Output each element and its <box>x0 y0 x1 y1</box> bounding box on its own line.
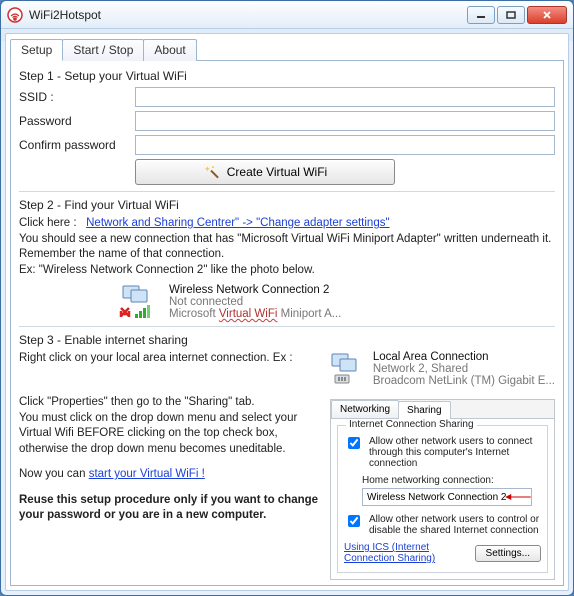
allow-connect-label: Allow other network users to connect thr… <box>369 436 541 469</box>
lac-example: Local Area Connection Network 2, Shared … <box>329 351 555 387</box>
step2-desc2: Ex: "Wireless Network Connection 2" like… <box>19 263 555 279</box>
client-area: Setup Start / Stop About Step 1 - Setup … <box>5 33 569 591</box>
password-label: Password <box>19 114 129 128</box>
home-connection-label: Home networking connection: <box>362 475 541 486</box>
maximize-button[interactable] <box>497 6 525 24</box>
titlebar[interactable]: WiFi2Hotspot <box>1 1 573 29</box>
connection-example: Wireless Network Connection 2 Not connec… <box>119 284 555 320</box>
sharing-dialog-preview: Networking Sharing Internet Connection S… <box>330 399 555 580</box>
confirm-password-label: Confirm password <box>19 138 129 152</box>
password-input[interactable] <box>135 111 555 131</box>
sharing-tab-sharing[interactable]: Sharing <box>398 401 450 419</box>
ics-settings-button[interactable]: Settings... <box>475 545 541 562</box>
sharing-tab-networking[interactable]: Networking <box>331 400 399 418</box>
example-connection-desc: Microsoft Virtual WiFi Miniport A... <box>169 308 341 320</box>
lac-state: Network 2, Shared <box>373 363 555 375</box>
minimize-button[interactable] <box>467 6 495 24</box>
tab-start-stop[interactable]: Start / Stop <box>62 39 144 61</box>
example-connection-name: Wireless Network Connection 2 <box>169 284 341 296</box>
app-window: WiFi2Hotspot Setup Start / Stop About St… <box>0 0 574 596</box>
step2-title: Step 2 - Find your Virtual WiFi <box>19 198 555 212</box>
tab-strip: Setup Start / Stop About <box>10 39 564 61</box>
step2-desc1: You should see a new connection that has… <box>19 232 555 263</box>
lac-desc: Broadcom NetLink (TM) Gigabit E... <box>373 375 555 387</box>
step3-right-click: Right click on your local area internet … <box>19 351 319 367</box>
ics-group-title: Internet Connection Sharing <box>346 419 477 430</box>
ssid-label: SSID : <box>19 90 129 104</box>
using-ics-link[interactable]: Using ICS (Internet Connection Sharing) <box>344 542 475 564</box>
click-here-label: Click here : <box>19 217 77 229</box>
app-icon <box>7 7 23 23</box>
now-you-can-label: Now you can <box>19 468 89 480</box>
start-virtual-wifi-link[interactable]: start your Virtual WiFi ! <box>89 468 205 480</box>
confirm-password-input[interactable] <box>135 135 555 155</box>
step1-title: Step 1 - Setup your Virtual WiFi <box>19 69 555 83</box>
network-sharing-link[interactable]: Network and Sharing Centrer" -> "Change … <box>86 217 389 229</box>
allow-connect-checkbox[interactable] <box>348 437 360 449</box>
step3-para1: Click "Properties" then go to the "Shari… <box>19 395 320 411</box>
lac-name: Local Area Connection <box>373 351 555 363</box>
red-arrow-icon <box>501 494 535 500</box>
ssid-input[interactable] <box>135 87 555 107</box>
reuse-note: Reuse this setup procedure only if you w… <box>19 493 320 524</box>
step3-title: Step 3 - Enable internet sharing <box>19 333 555 347</box>
example-connection-state: Not connected <box>169 296 341 308</box>
home-connection-select[interactable]: Wireless Network Connection 2 <box>362 488 532 506</box>
ethernet-adapter-icon <box>329 351 365 385</box>
tab-about[interactable]: About <box>143 39 196 61</box>
close-button[interactable] <box>527 6 567 24</box>
step3-para2: You must click on the drop down menu and… <box>19 411 320 458</box>
tab-panel-setup: Step 1 - Setup your Virtual WiFi SSID : … <box>10 60 564 586</box>
allow-control-label: Allow other network users to control or … <box>369 514 541 536</box>
create-button-label: Create Virtual WiFi <box>227 165 327 179</box>
window-title: WiFi2Hotspot <box>29 8 467 22</box>
allow-control-checkbox[interactable] <box>348 515 360 527</box>
create-virtual-wifi-button[interactable]: Create Virtual WiFi <box>135 159 395 185</box>
wand-icon <box>203 164 219 180</box>
network-adapter-icon <box>119 284 161 320</box>
tab-setup[interactable]: Setup <box>10 39 63 61</box>
